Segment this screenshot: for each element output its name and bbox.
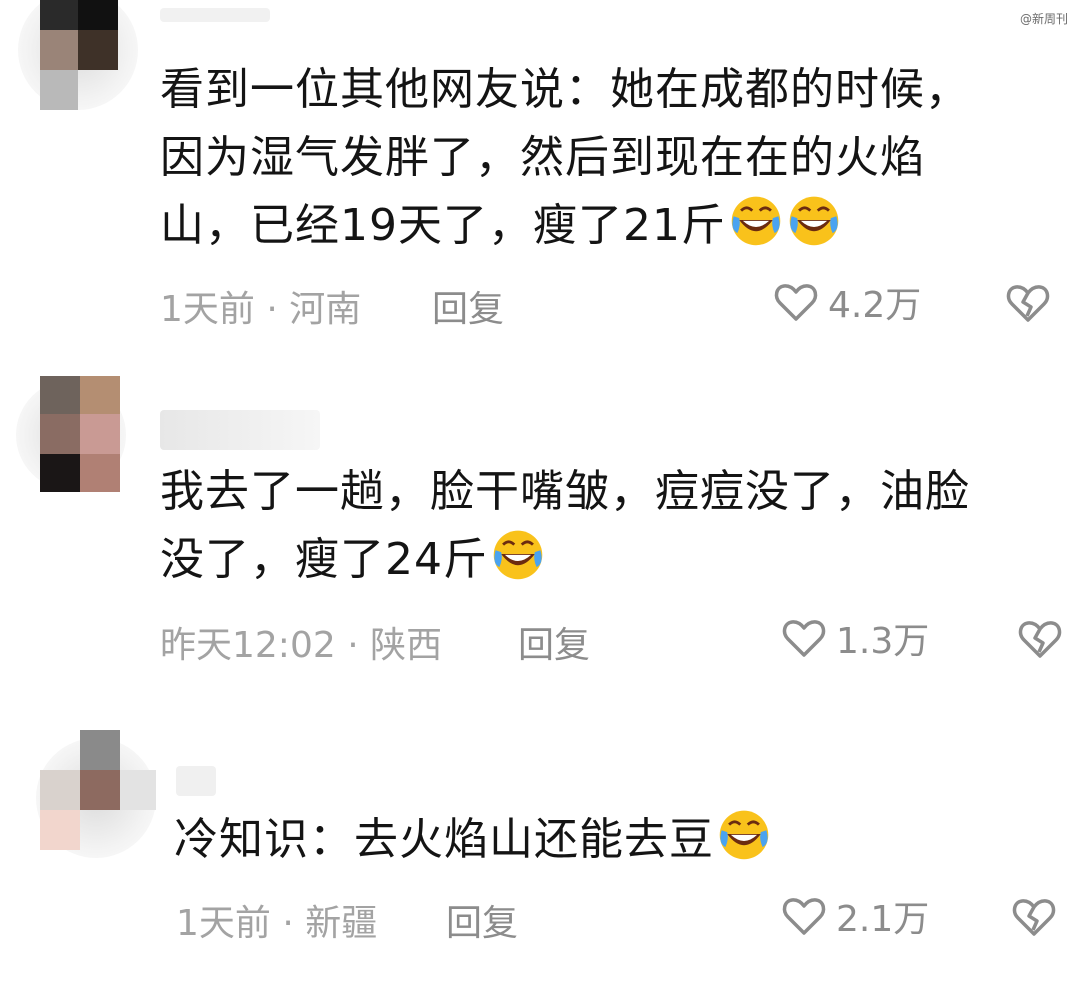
- like-count: 1.3万: [836, 621, 930, 662]
- reply-button[interactable]: 回复: [446, 894, 518, 946]
- comment-meta: 1天前 · 河南: [160, 289, 362, 330]
- heart-icon: [782, 898, 826, 935]
- reply-button[interactable]: 回复: [518, 616, 590, 668]
- watermark: @新周刊: [1019, 12, 1068, 26]
- like-button[interactable]: 1.3万: [780, 612, 929, 664]
- laughing-crying-emoji: [493, 530, 543, 580]
- laughing-crying-emoji: [719, 810, 769, 860]
- like-count: 4.2万: [828, 285, 922, 326]
- reply-button[interactable]: 回复: [432, 280, 504, 332]
- comment-meta: 昨天12:02 · 陕西: [160, 625, 443, 666]
- laughing-crying-emoji: [731, 196, 781, 246]
- username[interactable]: [160, 410, 320, 450]
- like-button[interactable]: 4.2万: [772, 276, 921, 328]
- like-count: 2.1万: [836, 899, 930, 940]
- username[interactable]: [176, 766, 216, 796]
- comment-text: 看到一位其他网友说：她在成都的时候， 因为湿气发胖了，然后到现在在的火焰 山，已…: [160, 64, 970, 251]
- avatar[interactable]: [16, 370, 140, 492]
- avatar[interactable]: [36, 728, 156, 858]
- heart-icon: [774, 284, 818, 321]
- username[interactable]: [160, 8, 270, 22]
- comment-text: 冷知识：去火焰山还能去豆: [174, 806, 772, 874]
- heart-icon: [782, 620, 826, 657]
- comment-text: 我去了一趟，脸干嘴皱，痘痘没了，油脸 没了，瘦了24斤: [160, 466, 970, 585]
- comment-meta: 1天前 · 新疆: [176, 903, 378, 944]
- like-button[interactable]: 2.1万: [780, 890, 929, 942]
- avatar[interactable]: [18, 0, 158, 120]
- broken-heart-icon[interactable]: [1002, 278, 1054, 326]
- laughing-crying-emoji: [789, 196, 839, 246]
- broken-heart-icon[interactable]: [1014, 614, 1066, 662]
- broken-heart-icon[interactable]: [1008, 892, 1060, 940]
